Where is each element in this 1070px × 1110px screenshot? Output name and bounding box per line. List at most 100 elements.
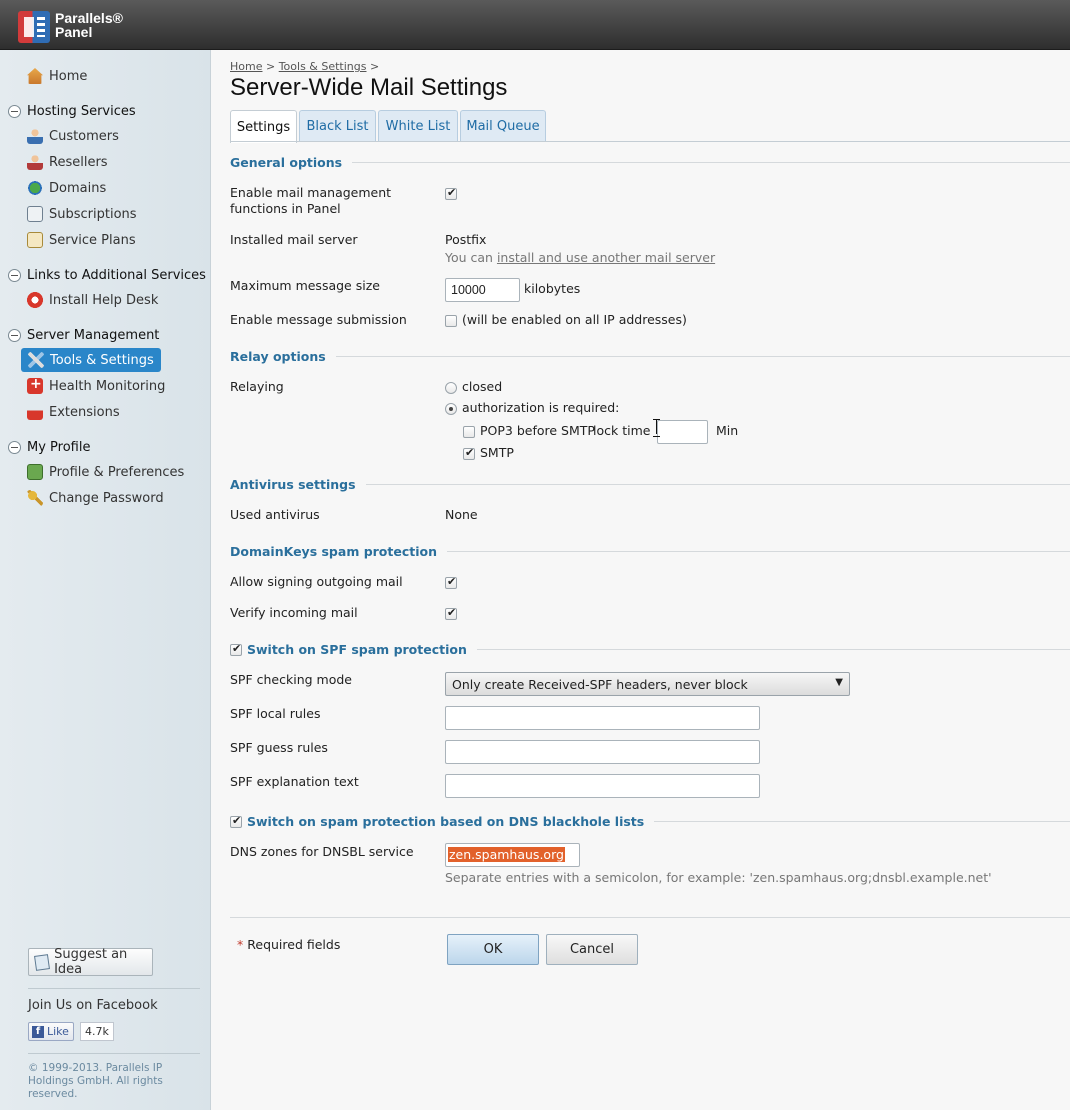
sidebar-group-links[interactable]: Links to Additional Services [8,265,206,285]
facebook-join-text: Join Us on Facebook [28,998,158,1013]
spf-guess-rules-input[interactable] [445,740,760,764]
sidebar-item-label: Profile & Preferences [49,464,185,480]
sidebar-item-resellers[interactable]: Resellers [27,151,108,173]
service-plan-icon [27,232,43,248]
dnsbl-protection-checkbox[interactable] [230,814,242,828]
section-title: Relay options [230,348,326,364]
collapse-icon[interactable] [8,104,21,118]
relay-auth-label: authorization is required: [462,400,620,415]
verify-incoming-label: Verify incoming mail [230,605,358,620]
breadcrumb-home-link[interactable]: Home [230,60,262,73]
relay-closed-radio[interactable] [445,382,457,394]
divider [28,1053,200,1054]
section-domainkeys: DomainKeys spam protection [230,542,1070,560]
max-message-size-input[interactable] [445,278,520,302]
section-title: Switch on spam protection based on DNS b… [247,813,645,829]
installed-mail-server-value: Postfix [445,232,487,247]
sidebar-item-label: Domains [49,180,107,196]
sidebar-item-label: Service Plans [49,232,136,248]
section-general: General options [230,153,1070,171]
dnsbl-zones-value: zen.spamhaus.org [448,847,565,862]
key-icon [27,490,43,506]
health-icon [27,376,43,394]
section-title: Antivirus settings [230,476,356,492]
breadcrumb: Home > Tools & Settings > [230,60,379,73]
lock-time-label: lock time [593,423,651,438]
sidebar-item-service-plans[interactable]: Service Plans [27,229,136,251]
sidebar-item-change-password[interactable]: Change Password [27,487,164,509]
sidebar-item-label: Health Monitoring [49,378,166,394]
lock-time-unit: Min [716,423,739,438]
parallels-logo-icon[interactable] [18,11,50,43]
spf-protection-checkbox[interactable] [230,642,242,656]
section-antivirus: Antivirus settings [230,475,1070,493]
collapse-icon[interactable] [8,268,21,282]
note-icon [34,953,51,971]
profile-icon [27,464,43,480]
sidebar-item-health[interactable]: Health Monitoring [27,375,165,397]
facebook-like-button[interactable]: f Like [28,1022,74,1041]
spf-local-rules-label: SPF local rules [230,706,321,721]
sidebar-item-extensions[interactable]: Extensions [27,401,120,423]
sidebar-item-label: Resellers [49,154,108,170]
spf-explanation-input[interactable] [445,774,760,798]
divider [28,988,200,989]
collapse-icon[interactable] [8,440,21,454]
pop3-before-smtp-checkbox[interactable] [463,426,475,438]
used-antivirus-value: None [445,507,478,522]
message-submission-label: Enable message submission [230,312,407,327]
sidebar-item-label: Change Password [49,490,164,506]
enable-mail-mgmt-checkbox[interactable] [445,186,457,200]
install-another-server-link[interactable]: install and use another mail server [497,250,715,265]
relay-closed-label: closed [462,379,503,394]
tab-mail-queue[interactable]: Mail Queue [460,110,546,142]
ok-button[interactable]: OK [447,934,539,965]
section-title: General options [230,154,343,170]
copyright-text: © 1999-2013. Parallels IP Holdings GmbH.… [28,1062,163,1100]
sidebar-item-help-desk[interactable]: Install Help Desk [27,289,158,311]
tab-label: Settings [236,119,291,135]
facebook-icon: f [32,1025,44,1038]
tab-black-list[interactable]: Black List [299,110,376,142]
suggest-idea-button[interactable]: Suggest an Idea [28,947,153,977]
tab-white-list[interactable]: White List [378,110,458,142]
sidebar-group-title: Links to Additional Services [27,267,206,283]
required-fields-note: * Required fields [237,937,341,952]
like-count: 4.7k [80,1022,114,1041]
collapse-icon[interactable] [8,328,21,342]
tab-label: Black List [306,119,369,134]
spf-local-rules-input[interactable] [445,706,760,730]
breadcrumb-tools-link[interactable]: Tools & Settings [279,60,367,73]
message-submission-checkbox[interactable] [445,315,457,327]
allow-signing-label: Allow signing outgoing mail [230,574,403,589]
sidebar-item-home[interactable]: Home [27,65,87,87]
smtp-auth-checkbox[interactable] [463,446,475,460]
spf-mode-select[interactable]: Only create Received-SPF headers, never … [445,672,850,696]
cancel-button[interactable]: Cancel [546,934,638,965]
sidebar-item-profile[interactable]: Profile & Preferences [27,461,184,483]
allow-signing-checkbox[interactable] [445,575,457,589]
tab-settings[interactable]: Settings [230,110,297,143]
sidebar-group-profile[interactable]: My Profile [8,437,90,457]
relay-auth-radio[interactable] [445,403,457,415]
home-icon [27,68,43,84]
sidebar-item-customers[interactable]: Customers [27,125,119,147]
dnsbl-zones-input[interactable]: zen.spamhaus.org [445,843,580,867]
sidebar-group-hosting[interactable]: Hosting Services [8,101,136,121]
sidebar-group-title: My Profile [27,439,91,455]
sidebar-item-subscriptions[interactable]: Subscriptions [27,203,137,225]
sidebar-item-tools-settings[interactable]: Tools & Settings [21,348,161,372]
sidebar-item-domains[interactable]: Domains [27,177,106,199]
spf-mode-label: SPF checking mode [230,672,352,687]
customer-icon [27,128,43,144]
like-label: Like [47,1025,69,1038]
installed-mail-server-hint: You can install and use another mail ser… [445,250,716,265]
brand-name: Parallels® Panel [55,11,123,39]
spf-explanation-label: SPF explanation text [230,774,359,789]
tab-label: Mail Queue [466,119,540,134]
sidebar-group-server[interactable]: Server Management [8,325,159,345]
dnsbl-zones-hint: Separate entries with a semicolon, for e… [445,870,992,885]
lock-time-input[interactable] [657,420,708,444]
verify-incoming-checkbox[interactable] [445,606,457,620]
section-spf: Switch on SPF spam protection [247,640,1070,658]
